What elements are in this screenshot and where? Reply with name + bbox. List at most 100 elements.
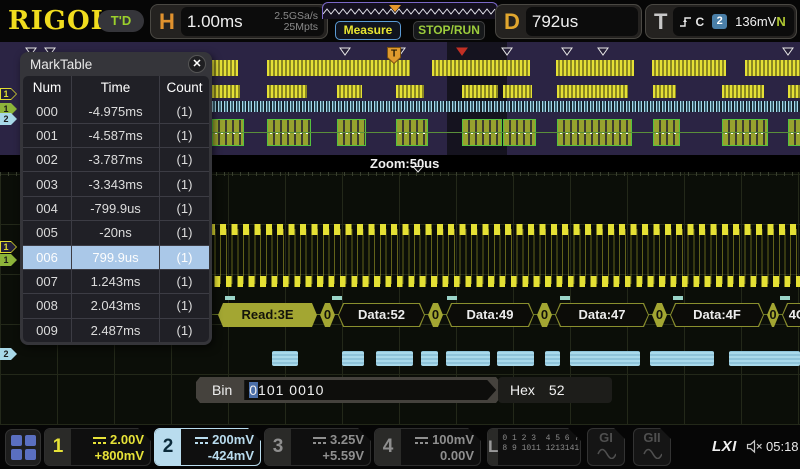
mark-triangle-icon xyxy=(561,43,573,61)
system-time: 05:18 xyxy=(766,439,799,454)
channel-marker[interactable]: 1 xyxy=(0,88,17,100)
trigger-status-badge: T'D xyxy=(98,10,144,32)
dc-coupling-icon xyxy=(93,437,106,444)
decode-frame: 0 xyxy=(537,303,552,327)
channel-offset: 0.00V xyxy=(401,448,474,464)
bin-readout-bar: Bin 0101 0010 xyxy=(196,377,506,403)
marktable-header-row: Num Time Count xyxy=(23,76,209,99)
marktable-row[interactable]: 0082.043ms(1) xyxy=(23,293,209,317)
channel-number: 1 xyxy=(45,429,71,465)
decode-frame: Data:47 xyxy=(555,303,649,327)
sound-muted-icon[interactable] xyxy=(746,439,763,454)
marktable-row[interactable]: 003-3.343ms(1) xyxy=(23,171,209,195)
horizontal-panel[interactable]: H 1.00ms 2.5GSa/s 25Mpts xyxy=(150,4,328,39)
trigger-panel[interactable]: T C 2 136mV N xyxy=(645,4,797,39)
channel-3-box[interactable]: 3 3.25V+5.59V xyxy=(264,428,371,466)
logic-analyzer-box[interactable]: L 0 1 2 3 4 5 6 78 9 1011 12131415 xyxy=(487,428,581,466)
trigger-level: 136mV xyxy=(735,14,776,29)
decode-frame: Data:49 xyxy=(446,303,534,327)
marktable-row[interactable]: 002-3.787ms(1) xyxy=(23,147,209,171)
dc-coupling-icon xyxy=(195,437,208,444)
oscilloscope-screen: RIGOL T'D H 1.00ms 2.5GSa/s 25Mpts Measu… xyxy=(0,0,800,469)
g1-label: GI xyxy=(599,430,613,445)
g1-source-button[interactable]: GI xyxy=(587,428,625,466)
marktable-row[interactable]: 005-20ns(1) xyxy=(23,220,209,244)
decode-frame: Read:3E xyxy=(218,303,317,327)
marktable-row[interactable]: 004-799.9us(1) xyxy=(23,196,209,220)
measure-button[interactable]: Measure xyxy=(335,21,401,40)
marktable-table: Num Time Count 000-4.975ms(1)001-4.587ms… xyxy=(23,76,209,342)
rigol-logo: RIGOL xyxy=(8,6,110,36)
zoom-scale-label: Zoom:50us xyxy=(370,156,439,171)
channel-marker[interactable]: 1 xyxy=(0,241,17,253)
channel-1-box[interactable]: 1 2.00V+800mV xyxy=(44,428,151,466)
stop-run-button[interactable]: STOP/RUN xyxy=(413,21,485,40)
channel-offset: +5.59V xyxy=(291,448,364,464)
delay-label: D xyxy=(496,9,526,35)
mark-triangle-icon xyxy=(456,43,468,61)
channel-2-box[interactable]: 2 200mV-424mV xyxy=(154,428,261,466)
sine-icon xyxy=(642,448,662,459)
delay-value: 792us xyxy=(532,12,632,32)
channel-marker[interactable]: 1 xyxy=(0,254,17,266)
edge-trigger-icon xyxy=(679,15,693,29)
bin-value-field[interactable]: 0101 0010 xyxy=(244,380,496,400)
delay-panel[interactable]: D 792us xyxy=(495,4,642,39)
channel-marker[interactable]: 2 xyxy=(0,348,17,360)
memory-depth: 25Mpts xyxy=(284,21,318,33)
trigger-source-badge: 2 xyxy=(712,14,727,29)
channel-number: 2 xyxy=(155,429,181,465)
svg-text:T: T xyxy=(391,49,397,60)
horizontal-label: H xyxy=(151,9,181,35)
menu-grid-button[interactable] xyxy=(5,429,41,466)
decode-frame: 0 xyxy=(767,303,779,327)
column-time: Time xyxy=(71,76,159,99)
marktable-row[interactable]: 0092.487ms(1) xyxy=(23,318,209,342)
hex-label: Hex xyxy=(510,382,535,398)
column-count: Count xyxy=(159,76,209,99)
channel-number: 4 xyxy=(375,429,401,465)
la-digits-row1: 0 1 2 3 4 5 6 7 xyxy=(502,434,579,443)
marktable-row[interactable]: 000-4.975ms(1) xyxy=(23,99,209,122)
decode-frame: Data:52 xyxy=(338,303,425,327)
close-icon[interactable]: ✕ xyxy=(188,55,206,73)
channel-scale: 200mV xyxy=(212,432,254,447)
horizontal-position-strip[interactable] xyxy=(322,2,498,19)
hex-value: 52 xyxy=(549,382,565,398)
marktable-row[interactable]: 006799.9us(1) xyxy=(23,245,209,269)
mark-triangle-icon xyxy=(501,43,513,61)
status-bar: 1 2.00V+800mV 2 200mV-424mV 3 3.25V+5.59V 4 100… xyxy=(0,425,800,469)
channel-scale: 3.25V xyxy=(330,432,364,447)
channel-scale: 2.00V xyxy=(110,432,144,447)
trigger-position-flag-icon[interactable]: T xyxy=(386,46,402,70)
g2-label: GII xyxy=(643,430,660,445)
channel-scale: 100mV xyxy=(432,432,474,447)
trigger-sweep-mode: N xyxy=(776,14,785,29)
mark-triangle-icon xyxy=(782,43,794,61)
decode-bus-line xyxy=(212,132,800,133)
dc-coupling-icon xyxy=(313,437,326,444)
zoom-center-marker-icon xyxy=(412,166,424,173)
mark-triangle-icon xyxy=(597,43,609,61)
column-num: Num xyxy=(23,76,71,99)
sine-icon xyxy=(596,448,616,459)
mark-triangle-icon xyxy=(339,43,351,61)
decode-frame: 0 xyxy=(428,303,443,327)
channel-offset: +800mV xyxy=(71,448,144,464)
g2-source-button[interactable]: GII xyxy=(633,428,671,466)
la-digits-row2: 8 9 1011 12131415 xyxy=(502,444,581,453)
top-bar: RIGOL T'D H 1.00ms 2.5GSa/s 25Mpts Measu… xyxy=(0,0,800,42)
channel-marker[interactable]: 2 xyxy=(0,113,17,125)
channel-4-box[interactable]: 4 100mV0.00V xyxy=(374,428,481,466)
marktable-title: MarkTable xyxy=(30,57,188,72)
bin-cursor: 0 xyxy=(249,382,258,398)
marktable-row[interactable]: 001-4.587ms(1) xyxy=(23,123,209,147)
channel-number: 3 xyxy=(265,429,291,465)
hex-readout-bar: Hex 52 xyxy=(498,377,612,403)
channel-offset: -424mV xyxy=(181,448,254,464)
trigger-label: T xyxy=(646,9,673,35)
la-label: L xyxy=(488,429,498,465)
marktable-row[interactable]: 0071.243ms(1) xyxy=(23,269,209,293)
waveform-preview-icon xyxy=(323,3,497,18)
decode-frame: 0 xyxy=(652,303,667,327)
